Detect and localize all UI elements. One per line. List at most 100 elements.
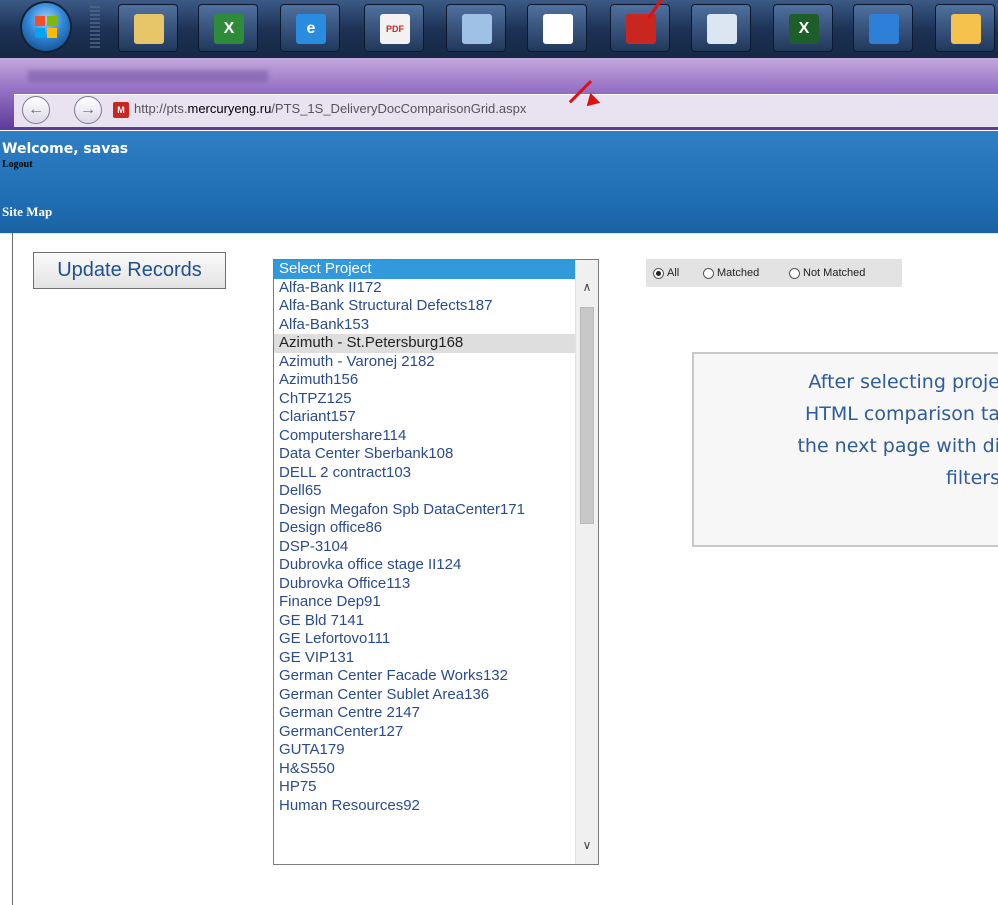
project-list-item[interactable]: ChTPZ125	[274, 390, 598, 409]
windows-flag-icon	[35, 16, 57, 38]
callout-line: After selecting proje	[808, 371, 998, 393]
project-list-item[interactable]: Human Resources92	[274, 797, 598, 816]
radio-matched[interactable]	[703, 267, 714, 279]
taskbar-button[interactable]	[935, 4, 995, 52]
filter-not-matched-option[interactable]: Not Matched	[789, 265, 865, 281]
project-list-item[interactable]: Clariant157	[274, 408, 598, 427]
project-list-item[interactable]: Dubrovka Office113	[274, 575, 598, 594]
taskbar-button[interactable]: e	[280, 4, 340, 52]
taskbar-glyph	[462, 14, 492, 44]
app-icon	[543, 14, 573, 44]
acrobat-icon	[626, 14, 656, 44]
project-list-item[interactable]: GermanCenter127	[274, 723, 598, 742]
outlook-icon	[951, 14, 981, 44]
taskbar-grip	[90, 6, 100, 50]
project-list-item[interactable]: Azimuth156	[274, 371, 598, 390]
project-list-item[interactable]: Dubrovka office stage II124	[274, 556, 598, 575]
filter-all-label: All	[667, 267, 680, 279]
excel-icon: X	[214, 14, 244, 44]
callout-line: HTML comparison ta	[805, 403, 998, 425]
filter-matched-label: Matched	[717, 267, 760, 279]
project-list-item[interactable]: DSP-3104	[274, 538, 598, 557]
callout-text: After selecting proje HTML comparison ta t…	[694, 366, 998, 494]
project-list-item[interactable]: Computershare114	[274, 427, 598, 446]
project-list-item[interactable]: HP75	[274, 778, 598, 797]
back-button[interactable]: ←	[22, 96, 50, 124]
taskbar: Xe PDF X	[0, 0, 998, 58]
taskbar-button[interactable]	[853, 4, 913, 52]
taskbar-glyph	[869, 14, 899, 44]
project-list-item[interactable]: GE Bld 7141	[274, 612, 598, 631]
taskbar-button[interactable]: X	[773, 4, 833, 52]
taskbar-button[interactable]	[446, 4, 506, 52]
site-favicon-icon: M	[113, 102, 129, 118]
taskbar-glyph: e	[306, 20, 316, 37]
taskbar-button[interactable]: PDF	[364, 4, 424, 52]
project-listbox[interactable]: Select Project Alfa-Bank II172 Alfa-Bank S…	[273, 259, 599, 865]
arrow-right-icon: →	[80, 101, 96, 118]
filter-all-option[interactable]: All	[653, 265, 679, 281]
pdf-fill-icon: PDF	[380, 14, 410, 44]
project-list-item[interactable]: German Center Facade Works132	[274, 667, 598, 686]
taskbar-glyph	[626, 14, 656, 44]
callout-line: the next page with di	[797, 435, 998, 457]
filter-matched-option[interactable]: Matched	[703, 265, 759, 281]
project-list-item[interactable]: Design office86	[274, 519, 598, 538]
taskbar-button[interactable]	[610, 4, 670, 52]
taskbar-glyph	[543, 14, 573, 44]
taskbar-button[interactable]: X	[198, 4, 258, 52]
left-border	[12, 233, 13, 905]
project-list-item[interactable]: Azimuth - Varonej 2182	[274, 353, 598, 372]
site-map-link[interactable]: Site Map	[2, 204, 52, 220]
project-list-item[interactable]: GE VIP131	[274, 649, 598, 668]
chevron-down-icon[interactable]: ∨	[576, 834, 598, 856]
forward-button[interactable]: →	[74, 96, 102, 124]
project-list-item[interactable]: DELL 2 contract103	[274, 464, 598, 483]
scrollbar-thumb[interactable]	[580, 307, 594, 524]
taskbar-glyph	[707, 14, 737, 44]
taskbar-glyph: X	[798, 20, 810, 37]
project-list-item[interactable]: German Centre 2147	[274, 704, 598, 723]
file-explorer-icon	[134, 14, 164, 44]
match-filter-group: All Matched Not Matched	[646, 259, 902, 287]
taskbar-button[interactable]	[527, 4, 587, 52]
arrow-left-icon: ←	[28, 101, 44, 118]
callout-line: filters	[945, 467, 998, 489]
logout-link[interactable]: Logout	[2, 159, 33, 170]
taskbar-glyph	[951, 14, 981, 44]
taskbar-button[interactable]	[691, 4, 751, 52]
start-button[interactable]	[22, 3, 70, 51]
taskbar-glyph: X	[223, 20, 235, 37]
calculator-icon	[707, 14, 737, 44]
annotation-callout: After selecting proje HTML comparison ta t…	[692, 352, 998, 547]
window-title-blur	[28, 70, 268, 82]
project-list-item[interactable]: German Center Sublet Area136	[274, 686, 598, 705]
filter-not-matched-label: Not Matched	[803, 267, 866, 279]
project-list-item[interactable]: Alfa-Bank153	[274, 316, 598, 335]
project-list-item[interactable]: Dell65	[274, 482, 598, 501]
internet-explorer-icon: e	[296, 14, 326, 44]
project-list-item[interactable]: Data Center Sberbank108	[274, 445, 598, 464]
project-list-item[interactable]: Finance Dep91	[274, 593, 598, 612]
project-list-item[interactable]: GUTA179	[274, 741, 598, 760]
project-list-item[interactable]: GE Lefortovo111	[274, 630, 598, 649]
project-list-item[interactable]: Design Megafon Spb DataCenter171	[274, 501, 598, 520]
project-list-item[interactable]: Azimuth - St.Petersburg168	[274, 334, 576, 353]
chevron-up-icon[interactable]: ∧	[576, 276, 598, 298]
project-list-item[interactable]: Select Project	[274, 260, 576, 279]
taskbar-glyph: PDF	[386, 24, 404, 34]
project-list-item[interactable]: Alfa-Bank II172	[274, 279, 598, 298]
project-list-item[interactable]: H&S550	[274, 760, 598, 779]
taskbar-glyph	[134, 14, 164, 44]
update-records-button[interactable]: Update Records	[33, 252, 226, 289]
listbox-scrollbar[interactable]: ∧ ∨	[575, 260, 598, 864]
project-list-item[interactable]: Alfa-Bank Structural Defects187	[274, 297, 598, 316]
url-text[interactable]: http://pts.mercuryeng.ru/PTS_1S_Delivery…	[134, 101, 526, 116]
radio-not-matched[interactable]	[789, 267, 800, 279]
radio-all[interactable]	[653, 267, 664, 279]
project-icon: X	[789, 14, 819, 44]
teamviewer-icon	[869, 14, 899, 44]
site-header	[0, 131, 998, 234]
welcome-text: Welcome, savas	[2, 141, 129, 157]
taskbar-button[interactable]	[118, 4, 178, 52]
